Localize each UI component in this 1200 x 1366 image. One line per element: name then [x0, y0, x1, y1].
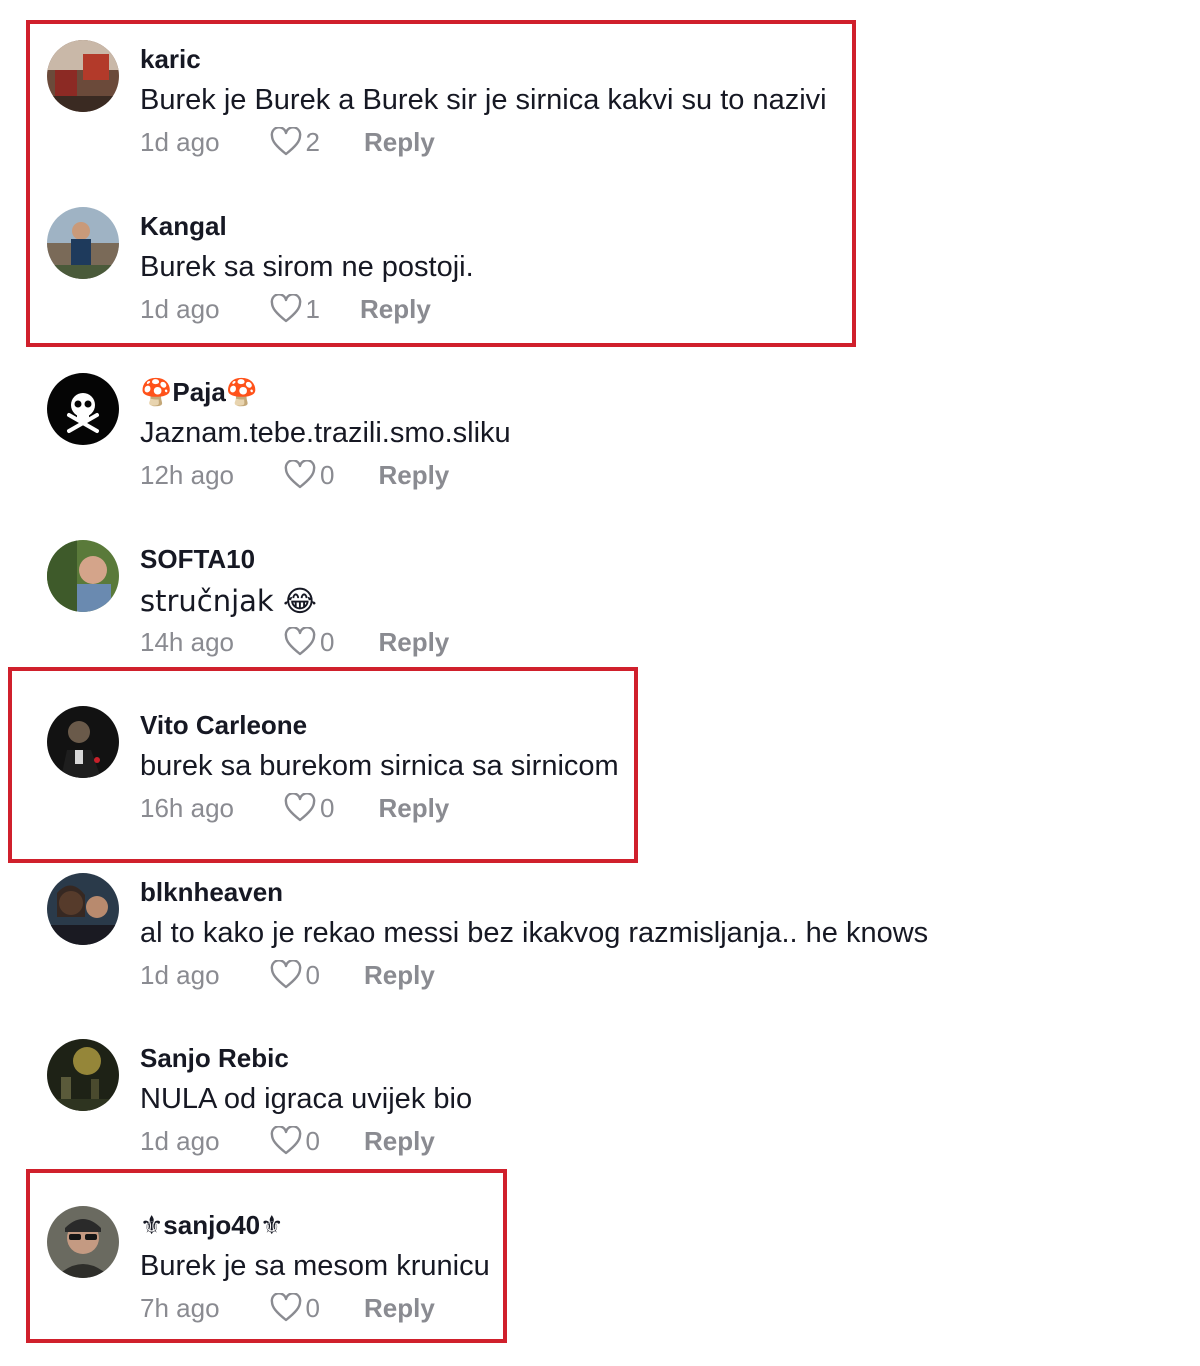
reply-button[interactable]: Reply [364, 960, 435, 991]
comment-username[interactable]: blknheaven [140, 877, 283, 908]
comment-username[interactable]: ⚜sanjo40⚜ [140, 1210, 283, 1241]
heart-icon [270, 960, 302, 990]
like-button[interactable]: 0 [270, 1126, 320, 1157]
comment-time: 14h ago [140, 626, 234, 657]
comment-meta: 7h ago 0 Reply [140, 1292, 435, 1324]
reply-button[interactable]: Reply [364, 127, 435, 158]
comment-time: 16h ago [140, 792, 234, 823]
comment-meta: 14h ago 0 Reply [140, 626, 449, 658]
heart-icon [270, 294, 302, 324]
comment-item: karic Burek je Burek a Burek sir je sirn… [0, 40, 1200, 200]
like-button[interactable]: 0 [284, 460, 334, 491]
comment-time: 1d ago [140, 293, 220, 324]
comment-text: burek sa burekom sirnica sa sirnicom [140, 750, 619, 782]
comment-time: 7h ago [140, 1292, 220, 1323]
like-button[interactable]: 0 [284, 627, 334, 658]
comment-time: 12h ago [140, 459, 234, 490]
reply-button[interactable]: Reply [364, 1293, 435, 1324]
like-button[interactable]: 0 [284, 793, 334, 824]
comment-meta: 1d ago 2 Reply [140, 126, 435, 158]
comment-text: NULA od igraca uvijek bio [140, 1083, 473, 1115]
comment-item: blknheaven al to kako je rekao messi bez… [0, 873, 1200, 1033]
avatar[interactable] [47, 706, 119, 778]
heart-icon [270, 1126, 302, 1156]
reply-button[interactable]: Reply [378, 793, 449, 824]
avatar[interactable] [47, 373, 119, 445]
comment-meta: 1d ago 1 Reply [140, 293, 431, 325]
comment-item: Kangal Burek sa sirom ne postoji. 1d ago… [0, 207, 1200, 367]
comment-item: Vito Carleone burek sa burekom sirnica s… [0, 706, 1200, 866]
like-count: 0 [319, 626, 335, 657]
reply-button[interactable]: Reply [364, 1126, 435, 1157]
comment-text: Burek sa sirom ne postoji. [140, 251, 474, 283]
comment-meta: 12h ago 0 Reply [140, 459, 449, 491]
comment-time: 1d ago [140, 1125, 220, 1156]
comment-meta: 16h ago 0 Reply [140, 792, 449, 824]
heart-icon [270, 127, 302, 157]
reply-button[interactable]: Reply [378, 460, 449, 491]
comment-text: Burek je sa mesom krunicu [140, 1250, 490, 1282]
comment-username[interactable]: Sanjo Rebic [140, 1043, 289, 1074]
like-count: 0 [305, 1292, 320, 1323]
comment-time: 1d ago [140, 126, 220, 157]
comment-time: 1d ago [140, 959, 220, 990]
like-button[interactable]: 1 [270, 294, 320, 325]
comment-text: al to kako je rekao messi bez ikakvog ra… [140, 917, 929, 949]
like-count: 0 [319, 792, 335, 823]
comment-meta: 1d ago 0 Reply [140, 959, 435, 991]
comment-username[interactable]: Kangal [140, 211, 227, 242]
like-count: 0 [305, 1125, 320, 1156]
comment-text: stručnjak 😂 [140, 584, 317, 618]
avatar[interactable] [47, 1039, 119, 1111]
comment-username[interactable]: 🍄Paja🍄 [140, 377, 258, 408]
avatar[interactable] [47, 540, 119, 612]
like-count: 1 [305, 293, 320, 324]
avatar[interactable] [47, 207, 119, 279]
avatar[interactable] [47, 1206, 119, 1278]
comment-item: ⚜sanjo40⚜ Burek je sa mesom krunicu 7h a… [0, 1206, 1200, 1366]
comment-text: Jaznam.tebe.trazili.smo.sliku [140, 417, 511, 449]
heart-icon [284, 793, 316, 823]
reply-button[interactable]: Reply [360, 294, 431, 325]
like-button[interactable]: 0 [270, 1293, 320, 1324]
comment-item: Sanjo Rebic NULA od igraca uvijek bio 1d… [0, 1039, 1200, 1199]
comment-meta: 1d ago 0 Reply [140, 1125, 435, 1157]
avatar[interactable] [47, 40, 119, 112]
heart-icon [284, 627, 316, 657]
reply-button[interactable]: Reply [378, 627, 449, 658]
like-button[interactable]: 0 [270, 960, 320, 991]
like-count: 0 [319, 459, 335, 490]
like-button[interactable]: 2 [270, 127, 320, 158]
comment-username[interactable]: karic [140, 44, 201, 75]
heart-icon [284, 460, 316, 490]
like-count: 2 [305, 126, 320, 157]
heart-icon [270, 1293, 302, 1323]
comment-text: Burek je Burek a Burek sir je sirnica ka… [140, 84, 827, 116]
comment-username[interactable]: SOFTA10 [140, 544, 255, 575]
comment-item: 🍄Paja🍄 Jaznam.tebe.trazili.smo.sliku 12h… [0, 373, 1200, 533]
like-count: 0 [305, 959, 320, 990]
comment-item: SOFTA10 stručnjak 😂 14h ago 0 Reply [0, 540, 1200, 700]
comment-username[interactable]: Vito Carleone [140, 710, 307, 741]
avatar[interactable] [47, 873, 119, 945]
